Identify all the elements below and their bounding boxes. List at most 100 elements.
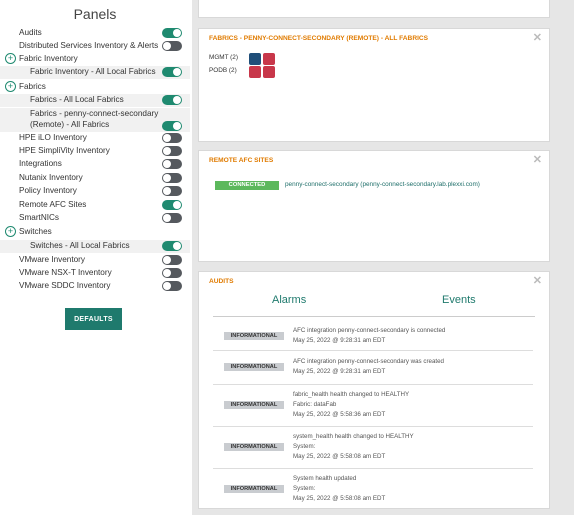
fabric-switch-square[interactable] <box>249 53 261 65</box>
expand-plus-icon[interactable]: + <box>5 226 16 237</box>
audit-line: System: <box>293 485 316 492</box>
panel-row: Distributed Services Inventory & Alerts <box>0 40 190 53</box>
expand-plus-icon[interactable]: + <box>5 53 16 64</box>
panel-label: Fabric Inventory - All Local Fabrics <box>30 67 156 76</box>
defaults-button[interactable]: DEFAULTS <box>65 308 122 330</box>
panel-row: Policy Inventory <box>0 185 190 198</box>
remote-site-link[interactable]: penny-connect-secondary (penny-connect-s… <box>285 181 480 188</box>
informational-badge: INFORMATIONAL <box>224 401 284 409</box>
audit-line: May 25, 2022 @ 5:58:08 am EDT <box>293 453 386 460</box>
panel-row: Fabric Inventory + <box>0 53 190 66</box>
panel-row: VMware Inventory <box>0 254 190 267</box>
panel-toggle[interactable] <box>162 213 182 223</box>
fabric-switch-square[interactable] <box>249 66 261 78</box>
remote-afc-title: REMOTE AFC SITES <box>209 157 274 164</box>
close-icon[interactable]: ✕ <box>533 153 542 166</box>
panel-toggle[interactable] <box>162 268 182 278</box>
panel-label: Fabric Inventory <box>19 54 78 63</box>
panel-label: Remote AFC Sites <box>19 200 87 209</box>
panel-toggle[interactable] <box>162 159 182 169</box>
panel-toggle[interactable] <box>162 241 182 251</box>
audit-info: System health updated System: May 25, 2022… <box>293 474 385 502</box>
panel-label: Distributed Services Inventory & Alerts <box>19 41 159 50</box>
audit-line: System: <box>293 443 316 450</box>
panel-toggle[interactable] <box>162 133 182 143</box>
audit-info: system_health health changed to HEALTHY S… <box>293 432 414 462</box>
remote-afc-card: REMOTE AFC SITES ✕ CONNECTED penny-conne… <box>198 150 550 262</box>
panel-row: VMware SDDC Inventory <box>0 280 190 293</box>
fabric-switch-square[interactable] <box>263 66 275 78</box>
fabrics-card-title: FABRICS - PENNY-CONNECT-SECONDARY (REMOT… <box>209 35 429 42</box>
panel-row: Nutanix Inventory <box>0 172 190 185</box>
audit-item[interactable]: INFORMATIONAL System health updated System… <box>213 468 533 502</box>
informational-badge: INFORMATIONAL <box>224 332 284 340</box>
fabric-label: MGMT (2) <box>209 54 238 61</box>
audit-line: Fabric: dataFab <box>293 401 337 408</box>
audit-item[interactable]: INFORMATIONAL system_health health change… <box>213 426 533 469</box>
panel-row: Switches - All Local Fabrics <box>0 240 190 253</box>
audit-line: AFC integration penny-connect-secondary … <box>293 358 444 365</box>
panel-row: Fabrics - All Local Fabrics <box>0 94 190 107</box>
panel-toggle[interactable] <box>162 28 182 38</box>
close-icon[interactable]: ✕ <box>533 31 542 44</box>
connected-badge: CONNECTED <box>215 181 279 190</box>
panel-row: Remote AFC Sites <box>0 199 190 212</box>
panel-toggle[interactable] <box>162 200 182 210</box>
audit-info: fabric_health health changed to HEALTHY F… <box>293 390 409 420</box>
panel-toggle[interactable] <box>162 95 182 105</box>
fabrics-card: FABRICS - PENNY-CONNECT-SECONDARY (REMOT… <box>198 28 550 142</box>
fabric-label: PODB (2) <box>209 67 237 74</box>
panel-label: Fabrics - All Local Fabrics <box>30 95 124 104</box>
panel-toggle[interactable] <box>162 41 182 51</box>
panel-label: Integrations <box>19 159 62 168</box>
panel-toggle[interactable] <box>162 146 182 156</box>
panel-label: (Remote) - All Fabrics <box>30 120 110 129</box>
panels-title: Panels <box>73 6 117 22</box>
expand-plus-icon[interactable]: + <box>5 81 16 92</box>
audits-card: AUDITS ✕ Alarms Events INFORMATIONAL AFC … <box>198 271 550 509</box>
panel-row: SmartNICs <box>0 212 190 225</box>
tab-events[interactable]: Events <box>442 294 476 306</box>
close-icon[interactable]: ✕ <box>533 274 542 287</box>
audit-line: May 25, 2022 @ 5:58:36 am EDT <box>293 411 386 418</box>
audit-info: AFC integration penny-connect-secondary … <box>293 357 444 377</box>
informational-badge: INFORMATIONAL <box>224 363 284 371</box>
audit-item[interactable]: INFORMATIONAL fabric_health health change… <box>213 384 533 427</box>
panel-row: VMware NSX-T Inventory <box>0 267 190 280</box>
panel-toggle[interactable] <box>162 281 182 291</box>
panel-label: SmartNICs <box>19 213 60 222</box>
informational-badge: INFORMATIONAL <box>224 443 284 451</box>
audit-line: AFC integration penny-connect-secondary … <box>293 327 446 334</box>
panel-toggle[interactable] <box>162 255 182 265</box>
panel-label: Policy Inventory <box>19 186 77 195</box>
audit-item[interactable]: INFORMATIONAL AFC integration penny-conne… <box>213 322 533 351</box>
panel-toggle[interactable] <box>162 186 182 196</box>
panel-row: Audits <box>0 27 190 40</box>
fabric-switch-square[interactable] <box>263 53 275 65</box>
audit-line: May 25, 2022 @ 5:58:08 am EDT <box>293 495 386 502</box>
audit-list[interactable]: INFORMATIONAL AFC integration penny-conne… <box>213 322 533 502</box>
panel-label: VMware NSX-T Inventory <box>19 268 112 277</box>
panel-toggle[interactable] <box>162 121 182 131</box>
top-card <box>198 0 550 18</box>
panel-row: Integrations <box>0 158 190 171</box>
audits-title: AUDITS <box>209 278 234 285</box>
audit-line: May 25, 2022 @ 9:28:31 am EDT <box>293 368 386 375</box>
panels-sidebar: Panels Audits Distributed Services Invent… <box>0 0 190 515</box>
panel-label: Switches <box>19 227 52 236</box>
audit-line: fabric_health health changed to HEALTHY <box>293 391 410 398</box>
panel-label: VMware SDDC Inventory <box>19 281 111 290</box>
panel-toggle[interactable] <box>162 67 182 77</box>
panel-row: Fabric Inventory - All Local Fabrics <box>0 66 190 79</box>
panel-label: Nutanix Inventory <box>19 173 83 182</box>
panel-toggle[interactable] <box>162 173 182 183</box>
panel-label: Fabrics - penny-connect-secondary <box>30 109 159 118</box>
panel-row: Fabrics - penny-connect-secondary (Remote… <box>0 108 190 132</box>
tab-alarms[interactable]: Alarms <box>272 294 306 306</box>
informational-badge: INFORMATIONAL <box>224 485 284 493</box>
audit-item[interactable]: INFORMATIONAL AFC integration penny-conne… <box>213 350 533 385</box>
panel-label: HPE iLO Inventory <box>19 133 87 142</box>
panel-row: HPE SimpliVity Inventory <box>0 145 190 158</box>
tab-divider <box>213 316 535 317</box>
panel-label: HPE SimpliVity Inventory <box>19 146 110 155</box>
